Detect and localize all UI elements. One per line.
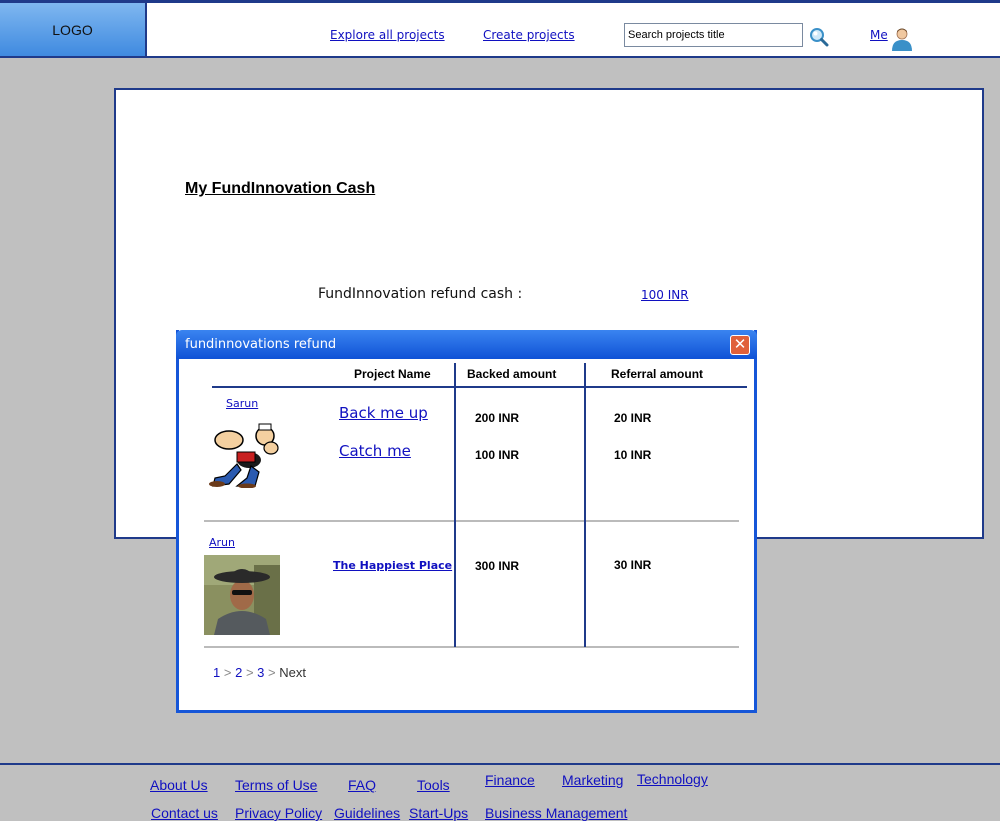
footer-link-business-management[interactable]: Business Management [485, 805, 627, 821]
project-link-back-me-up[interactable]: Back me up [339, 404, 428, 422]
backed-amount: 200 INR [475, 411, 520, 425]
nav-create-projects[interactable]: Create projects [483, 28, 575, 42]
col-header-backed-amount: Backed amount [467, 367, 557, 381]
search-icon[interactable] [809, 27, 829, 47]
arun-avatar-image[interactable] [204, 555, 280, 635]
footer-link-tools[interactable]: Tools [417, 777, 450, 793]
footer-link-finance[interactable]: Finance [485, 772, 535, 788]
footer: About Us Terms of Use FAQ Tools Finance … [0, 763, 1000, 821]
footer-link-privacy-policy[interactable]: Privacy Policy [235, 805, 322, 821]
close-icon[interactable]: ✕ [730, 335, 750, 355]
column-divider [584, 363, 586, 647]
pager-next-link[interactable]: Next [279, 665, 306, 680]
nav-explore-projects[interactable]: Explore all projects [330, 28, 445, 42]
footer-link-faq[interactable]: FAQ [348, 777, 376, 793]
user-link-arun[interactable]: Arun [209, 536, 235, 549]
footer-link-guidelines[interactable]: Guidelines [334, 805, 400, 821]
referral-amount: 10 INR [614, 448, 652, 462]
col-header-referral-amount: Referral amount [611, 367, 704, 381]
column-divider [454, 363, 456, 647]
pager-separator: > [245, 665, 254, 680]
dialog-title: fundinnovations refund [185, 337, 337, 352]
refund-cash-value-link[interactable]: 100 INR [641, 288, 689, 302]
footer-link-about-us[interactable]: About Us [150, 777, 208, 793]
footer-link-marketing[interactable]: Marketing [562, 772, 623, 788]
footer-link-technology[interactable]: Technology [637, 771, 708, 787]
backed-amount: 300 INR [475, 559, 520, 573]
logo[interactable]: LOGO [0, 3, 147, 56]
col-header-project-name: Project Name [354, 367, 431, 381]
dialog-titlebar[interactable]: fundinnovations refund ✕ [176, 330, 757, 359]
footer-link-terms-of-use[interactable]: Terms of Use [235, 777, 317, 793]
user-link-sarun[interactable]: Sarun [226, 397, 258, 410]
project-link-catch-me[interactable]: Catch me [339, 442, 411, 460]
sarun-avatar-image[interactable] [207, 418, 283, 488]
project-link-the-happiest-place[interactable]: The Happiest Place [333, 559, 452, 572]
backed-amount: 100 INR [475, 448, 520, 462]
page-link-1[interactable]: 1 [213, 665, 220, 680]
row-divider [204, 520, 739, 522]
me-link[interactable]: Me [870, 28, 888, 42]
refund-dialog: fundinnovations refund ✕ Project Name Ba… [176, 330, 757, 713]
top-header: LOGO Explore all projects Create project… [0, 0, 1000, 58]
page-link-2[interactable]: 2 [235, 665, 242, 680]
pager-separator: > [268, 665, 276, 680]
row-divider [204, 646, 739, 648]
referral-amount: 20 INR [614, 411, 652, 425]
page-title: My FundInnovation Cash [185, 180, 376, 197]
pager-separator: > [223, 665, 232, 680]
user-avatar-icon[interactable] [891, 27, 913, 51]
page-link-3[interactable]: 3 [257, 665, 264, 680]
referral-amount: 30 INR [614, 558, 652, 572]
refund-cash-label: FundInnovation refund cash : [318, 286, 523, 302]
footer-link-contact-us[interactable]: Contact us [151, 805, 218, 821]
search-input[interactable] [624, 23, 803, 47]
footer-link-start-ups[interactable]: Start-Ups [409, 805, 468, 821]
pagination: 1 > 2 > 3 > Next [213, 665, 306, 680]
header-divider [212, 386, 747, 388]
